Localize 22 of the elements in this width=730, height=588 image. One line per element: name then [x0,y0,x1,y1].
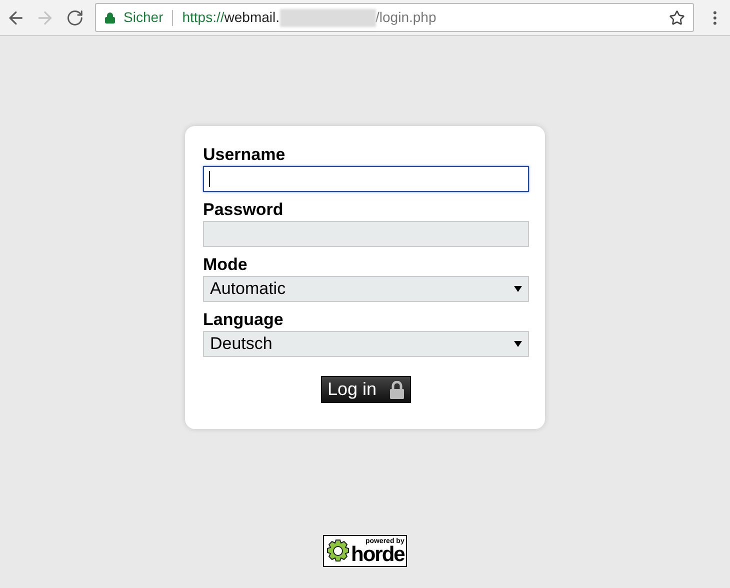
address-bar[interactable]: Sicher https://webmail. /login.php [94,3,694,32]
password-field[interactable] [203,221,529,247]
dropdown-arrow-icon [514,286,522,292]
field-label: Password [203,199,284,221]
reload-icon[interactable] [66,8,84,26]
dropdown-arrow-icon [514,341,522,347]
bookmark-star-icon[interactable] [669,10,686,26]
url-text: https://webmail. [182,8,280,27]
select-field[interactable]: Automatic [203,276,529,302]
security-label: Sicher [124,8,164,27]
padlock-icon [388,380,405,398]
select-field[interactable]: Deutsch [203,331,529,357]
horde-wordmark: horde [351,544,404,564]
field-label: Language [203,309,284,331]
field-label: Username [203,144,286,166]
login-button[interactable]: Log in [321,376,411,403]
field-label: Mode [203,254,248,276]
text-cursor-icon [209,171,210,187]
gear-icon [326,539,350,563]
username-field[interactable] [203,166,529,192]
lock-icon [104,12,116,24]
url-path: /login.php [376,8,436,27]
